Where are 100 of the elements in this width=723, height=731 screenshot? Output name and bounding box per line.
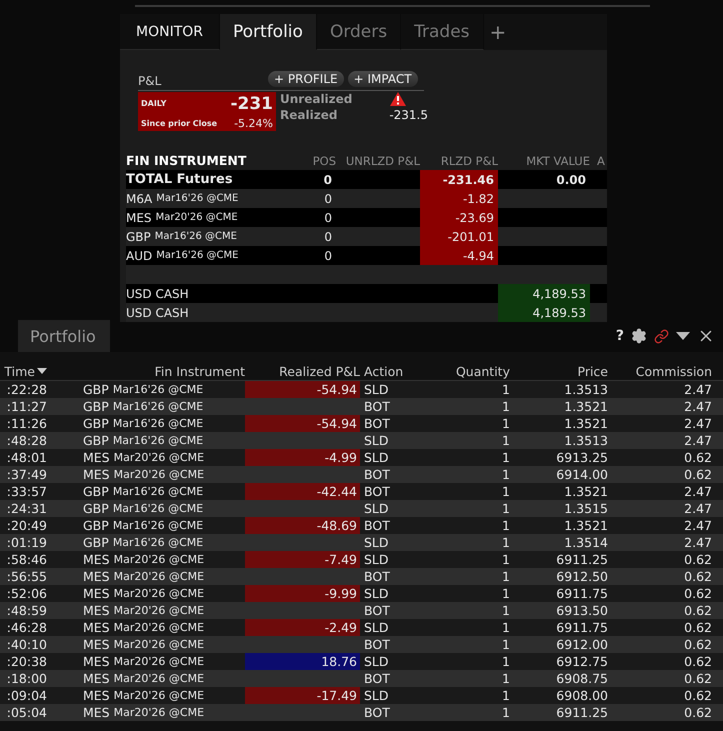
- column-header: POS: [312, 154, 336, 168]
- since-value: -5.24%: [233, 116, 273, 130]
- instrument-name: MES Mar20'26 @CME: [83, 637, 204, 652]
- table-cell-text: :48:01: [6, 449, 47, 466]
- instrument-name: MES Mar20'26 @CME: [126, 210, 238, 224]
- table-cell-text: 0: [323, 228, 333, 246]
- column-header[interactable]: Price: [510, 364, 608, 378]
- table-cell-text: 1: [501, 568, 510, 585]
- table-cell-text: :09:04: [6, 687, 47, 704]
- table-cell-text: USD CASH: [126, 304, 190, 322]
- sort-icon: [37, 368, 47, 374]
- table-cell-text: :46:28: [6, 619, 47, 636]
- instrument-name: GBP Mar16'26 @CME: [83, 416, 204, 431]
- table-cell-text: 1.3521: [563, 517, 608, 534]
- realized-pnl-cell: -54.94: [245, 381, 360, 398]
- table-cell-text: :24:31: [6, 500, 47, 517]
- column-header[interactable]: Action: [360, 364, 420, 378]
- table-cell-text: 1: [501, 517, 510, 534]
- table-cell-text: :33:57: [6, 483, 47, 500]
- table-cell-text: 2.47: [683, 517, 712, 534]
- instrument-name: GBP Mar16'26 @CME: [83, 399, 204, 414]
- pill-button[interactable]: + PROFILE: [268, 71, 344, 87]
- table-cell-text: 6908.75: [555, 670, 608, 687]
- table-cell-text: :20:38: [6, 653, 47, 670]
- table-cell-text: BOT: [363, 398, 391, 415]
- table-cell-text: 0.62: [683, 636, 712, 653]
- column-header[interactable]: Fin Instrument: [47, 364, 245, 378]
- table-cell-text: 6912.50: [555, 568, 608, 585]
- table-cell-text: 2.47: [683, 381, 712, 398]
- column-header[interactable]: Quantity: [420, 364, 510, 378]
- table-cell-text: BOT: [363, 704, 391, 721]
- instrument-name: GBP Mar16'26 @CME: [83, 518, 204, 533]
- realized-pnl-cell: -2.49: [245, 619, 360, 636]
- table-cell-text: 0.62: [683, 568, 712, 585]
- table-cell-text: 1.3521: [563, 483, 608, 500]
- realized-label: Realized: [280, 108, 338, 122]
- settings-button[interactable]: [631, 328, 647, 344]
- table-cell-text: :05:04: [6, 704, 47, 721]
- table-cell-text: SLD: [363, 381, 390, 398]
- table-cell-text: 0.62: [683, 551, 712, 568]
- table-cell-text: :52:06: [6, 585, 47, 602]
- table-cell-text: 1: [501, 704, 510, 721]
- table-cell-text: 1.3515: [563, 500, 608, 517]
- table-cell-text: BOT: [363, 636, 391, 653]
- table-cell: -201.01: [420, 227, 498, 246]
- table-cell-text: BOT: [363, 466, 391, 483]
- tab[interactable]: Orders: [316, 14, 402, 50]
- table-cell-text: :48:59: [6, 602, 47, 619]
- table-cell-text: 0.00: [555, 172, 587, 188]
- help-button[interactable]: ?: [616, 328, 624, 344]
- table-cell-text: BOT: [363, 568, 391, 585]
- table-cell-text: 0: [323, 248, 333, 264]
- table-cell-text: :22:28: [6, 381, 47, 398]
- table-cell-text: 0.62: [683, 653, 712, 670]
- pill-button[interactable]: + IMPACT: [348, 71, 418, 87]
- table-cell-text: 6911.25: [555, 551, 608, 568]
- instrument-name: MES Mar20'26 @CME: [83, 569, 204, 584]
- window-tab[interactable]: Portfolio: [18, 320, 110, 352]
- table-cell-text: SLD: [363, 585, 390, 602]
- table-cell-text: :40:10: [6, 636, 47, 653]
- realized-pnl-cell: -9.99: [245, 585, 360, 602]
- table-cell-text: 1: [501, 449, 510, 466]
- table-cell-text: 2.47: [683, 483, 712, 500]
- table-cell: 4,189.53: [498, 284, 590, 303]
- instrument-name: MES Mar20'26 @CME: [83, 688, 204, 703]
- realized-pnl-cell: -17.49: [245, 687, 360, 704]
- table-cell-text: 1.3513: [563, 381, 608, 398]
- table-cell-text: 1: [501, 381, 510, 398]
- table-cell-text: 1.3513: [563, 432, 608, 449]
- instrument-name: MES Mar20'26 @CME: [83, 671, 204, 686]
- table-cell-text: SLD: [363, 500, 390, 517]
- table-cell: -23.69: [420, 208, 498, 227]
- realized-pnl-cell: 18.76: [245, 653, 360, 670]
- table-cell-text: 0: [323, 210, 333, 226]
- instrument-name: GBP Mar16'26 @CME: [83, 484, 204, 499]
- table-cell-text: 1: [501, 636, 510, 653]
- instrument-name: MES Mar20'26 @CME: [83, 620, 204, 635]
- table-cell-text: 6913.25: [555, 449, 608, 466]
- warning-icon: [390, 92, 406, 106]
- column-header[interactable]: Commission: [608, 364, 712, 378]
- table-cell-text: :18:00: [6, 670, 47, 687]
- caret-icon[interactable]: [676, 331, 690, 341]
- table-cell-text: 2.47: [683, 534, 712, 551]
- table-cell-text: :11:26: [6, 415, 47, 432]
- tab[interactable]: Portfolio: [220, 14, 317, 50]
- tab[interactable]: MONITOR: [120, 14, 220, 50]
- column-header[interactable]: Time: [0, 364, 47, 378]
- add-tab-button[interactable]: +: [484, 14, 512, 50]
- table-cell: -1.82: [420, 189, 498, 208]
- table-cell-text: BOT: [363, 483, 391, 500]
- column-header[interactable]: Realized P&L: [245, 364, 360, 378]
- table-cell-text: 1: [501, 398, 510, 415]
- realized-value: -231.5: [388, 108, 428, 122]
- link-button[interactable]: [654, 328, 669, 344]
- table-cell-text: :48:28: [6, 432, 47, 449]
- table-cell-text: SLD: [363, 551, 390, 568]
- table-cell-text: 0.62: [683, 670, 712, 687]
- daily-label: DAILY: [141, 99, 168, 108]
- table-cell-text: 2.47: [683, 398, 712, 415]
- tab[interactable]: Trades: [401, 14, 484, 50]
